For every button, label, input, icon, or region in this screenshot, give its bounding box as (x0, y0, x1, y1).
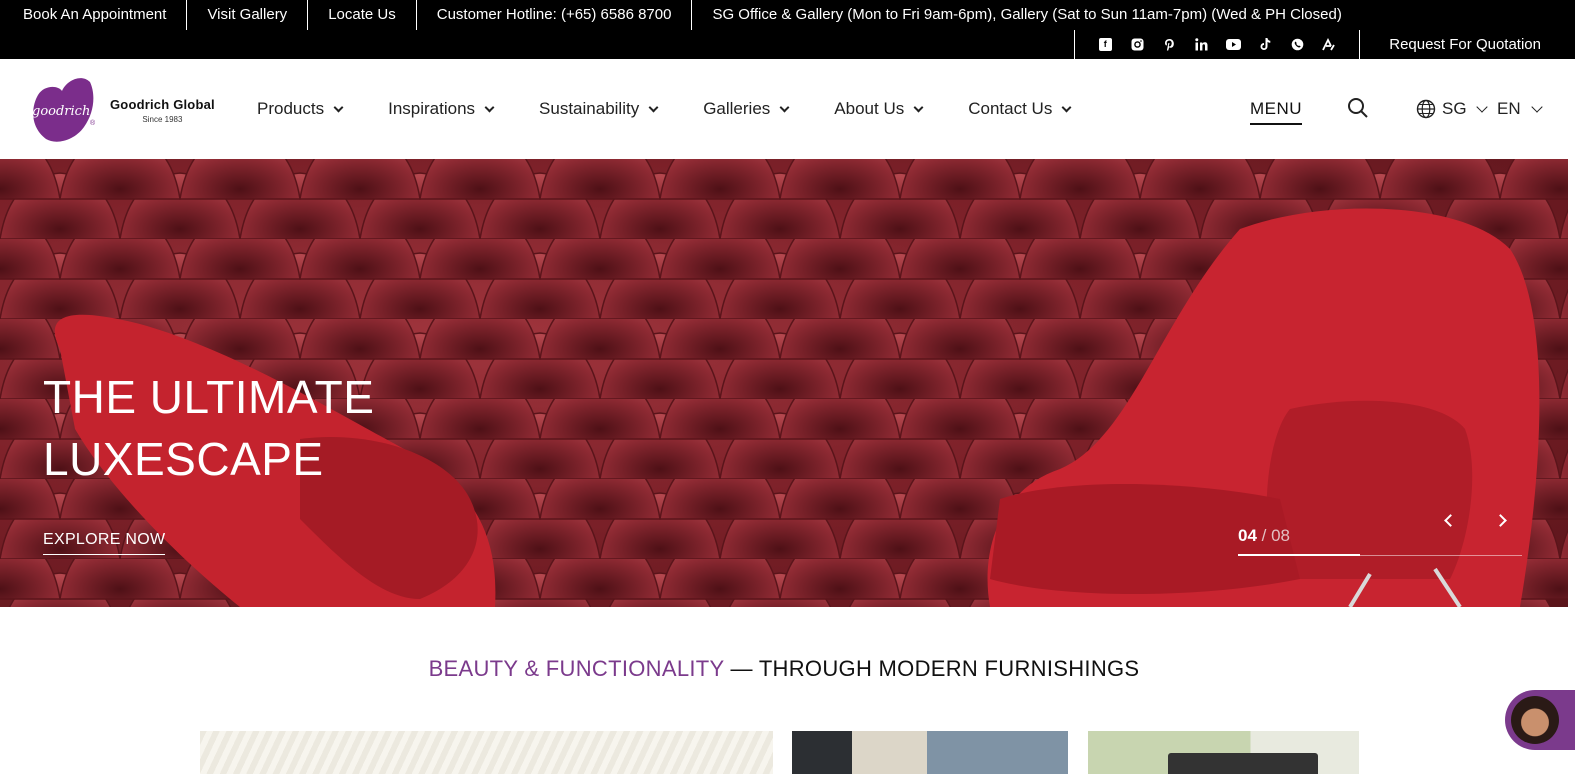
globe-icon (1416, 99, 1436, 119)
slide-counter: 04 / 08 (1238, 526, 1290, 546)
feature-tile-image[interactable] (792, 731, 1068, 774)
language-selector[interactable]: EN (1497, 99, 1543, 119)
feature-tile-image[interactable] (1088, 731, 1359, 774)
registered-mark: ® (90, 120, 96, 127)
nav-item-label: About Us (834, 99, 905, 118)
youtube-icon[interactable] (1217, 35, 1249, 55)
chevron-down-icon (1530, 101, 1543, 113)
region-selector[interactable]: SG (1416, 99, 1488, 119)
visit-gallery-link[interactable]: Visit Gallery (186, 0, 307, 30)
facebook-icon[interactable]: f (1089, 35, 1121, 55)
chevron-right-icon (1494, 514, 1507, 527)
feature-tile-image[interactable] (200, 731, 773, 774)
nav-item-contact-us[interactable]: Contact Us (968, 99, 1072, 119)
nav-item-label: Contact Us (968, 99, 1053, 118)
nav-item-inspirations[interactable]: Inspirations (388, 99, 495, 119)
nav-item-sustainability[interactable]: Sustainability (539, 99, 659, 119)
language-label: EN (1497, 99, 1521, 118)
chevron-down-icon (333, 102, 344, 112)
hero-title-line2: LUXESCAPE (43, 433, 324, 485)
social-links: f (1074, 30, 1359, 59)
chat-avatar (1511, 696, 1559, 744)
logo-text: Goodrich Global Since 1983 (110, 97, 215, 124)
search-icon[interactable] (1347, 97, 1369, 119)
hero-title-line1: THE ULTIMATE (43, 371, 375, 423)
slide-current: 04 (1238, 526, 1257, 545)
tiktok-icon[interactable] (1249, 35, 1281, 55)
top-bar-links: Book An Appointment Visit Gallery Locate… (0, 0, 1362, 30)
nav-item-about-us[interactable]: About Us (834, 99, 924, 119)
nav-item-galleries[interactable]: Galleries (703, 99, 790, 119)
prev-slide-button[interactable] (1440, 511, 1460, 531)
explore-now-link[interactable]: EXPLORE NOW (43, 531, 166, 555)
customer-hotline-link[interactable]: Customer Hotline: (+65) 6586 8700 (415, 0, 692, 30)
nav-item-label: Galleries (703, 99, 771, 118)
chevron-down-icon (1061, 102, 1072, 112)
slide-progress-fill (1238, 554, 1361, 556)
nav-item-label: Products (257, 99, 325, 118)
pinterest-icon[interactable] (1153, 35, 1185, 55)
chevron-down-icon (779, 102, 790, 112)
nav-item-label: Sustainability (539, 99, 640, 118)
section-heading: BEAUTY & FUNCTIONALITY — THROUGH MODERN … (0, 656, 1568, 682)
slide-progress-track (1238, 554, 1522, 556)
main-navbar: goodrich ® Goodrich Global Since 1983 Pr… (0, 59, 1575, 159)
locate-us-link[interactable]: Locate Us (307, 0, 416, 30)
opening-hours-text: SG Office & Gallery (Mon to Fri 9am-6pm)… (691, 0, 1361, 30)
brand-logo[interactable]: goodrich ® Goodrich Global Since 1983 (26, 76, 216, 144)
section-heading-accent: BEAUTY & FUNCTIONALITY (428, 656, 725, 681)
logo-word: goodrich (32, 104, 91, 119)
menu-button[interactable]: MENU (1250, 99, 1303, 125)
tool-icon[interactable] (1313, 35, 1345, 55)
chevron-down-icon (913, 102, 924, 112)
section-heading-rest: — THROUGH MODERN FURNISHINGS (724, 656, 1140, 681)
device-image (1168, 753, 1318, 774)
slide-total: / 08 (1261, 526, 1291, 545)
chevron-down-icon (484, 102, 495, 112)
nav-item-label: Inspirations (388, 99, 476, 118)
region-label: SG (1442, 99, 1467, 118)
whatsapp-icon[interactable] (1281, 35, 1313, 55)
nav-item-products[interactable]: Products (257, 99, 344, 119)
chevron-down-icon (1475, 101, 1488, 113)
primary-nav: Products Inspirations Sustainability Gal… (257, 59, 1116, 159)
request-quotation-link[interactable]: Request For Quotation (1359, 30, 1575, 59)
top-bar: Book An Appointment Visit Gallery Locate… (0, 0, 1575, 59)
book-appointment-link[interactable]: Book An Appointment (0, 0, 186, 30)
chevron-down-icon (648, 102, 659, 112)
next-slide-button[interactable] (1494, 511, 1514, 531)
linkedin-icon[interactable] (1185, 35, 1217, 55)
brand-name: Goodrich Global (110, 96, 215, 112)
logo-heart-icon: goodrich ® (26, 77, 98, 143)
hero-slider: THE ULTIMATE LUXESCAPE EXPLORE NOW 04 / … (0, 159, 1568, 607)
brand-since: Since 1983 (142, 114, 183, 124)
chevron-left-icon (1444, 514, 1457, 527)
instagram-icon[interactable] (1121, 35, 1153, 55)
top-bar-secondary: f Request For Quotation (1074, 30, 1575, 59)
hero-title: THE ULTIMATE LUXESCAPE (43, 366, 374, 490)
chat-widget-button[interactable] (1505, 690, 1575, 750)
